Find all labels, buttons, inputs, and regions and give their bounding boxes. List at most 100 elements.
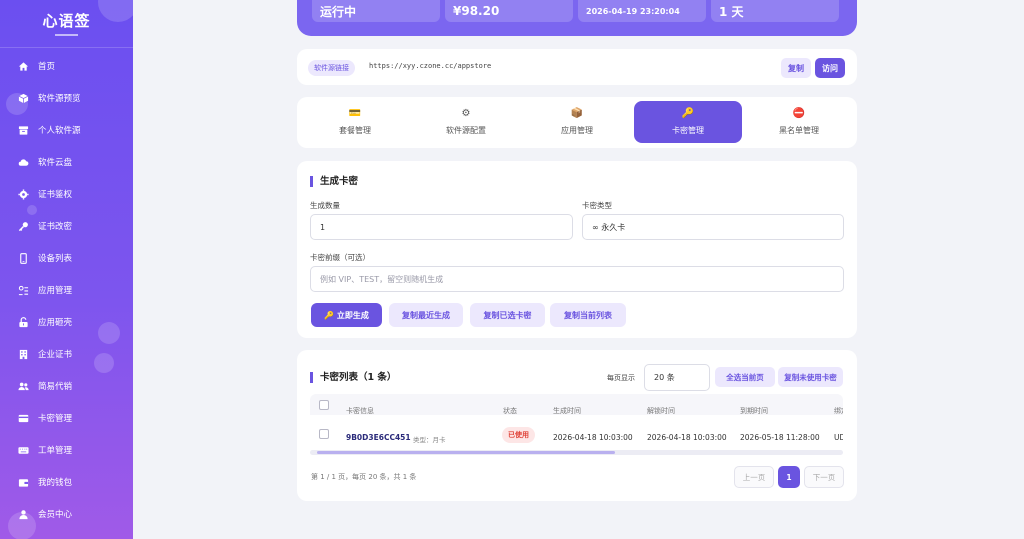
no-entry-icon: ⛔ [792, 108, 806, 119]
keyboard-icon [18, 446, 29, 454]
tab-plans[interactable]: 💳 套餐管理 [301, 101, 409, 143]
key-icon: 🔑 [681, 108, 695, 119]
col-header: 状态 [503, 407, 517, 415]
col-header: 解锁时间 [647, 407, 675, 415]
card-icon [18, 414, 29, 422]
sidebar-item-label: 设备列表 [38, 254, 73, 264]
sidebar-item-member[interactable]: 会员中心 [0, 498, 133, 530]
gear-icon [18, 188, 29, 200]
generate-card: 生成卡密 生成数量 1 卡密类型 ∞ 永久卡 卡密前缀（可选） 例如 VIP、T… [297, 161, 857, 338]
days-value: 1 天 [711, 0, 839, 22]
sidebar-item-card-manage[interactable]: 卡密管理 [0, 402, 133, 434]
sidebar-item-source-preview[interactable]: 软件源预览 [0, 82, 133, 114]
sidebar-item-label: 工单管理 [38, 446, 73, 456]
package-icon: 📦 [570, 108, 584, 119]
tab-blacklist[interactable]: ⛔ 黑名单管理 [745, 101, 853, 143]
visit-button[interactable]: 访问 [815, 58, 845, 78]
sidebar-divider [0, 47, 133, 48]
sidebar-item-app-manage[interactable]: 应用管理 [0, 274, 133, 306]
sidebar-item-label: 个人软件源 [38, 126, 81, 136]
count-label: 生成数量 [310, 201, 340, 210]
source-link-tag: 软件源链接 [308, 60, 355, 76]
type-select[interactable]: ∞ 永久卡 [582, 214, 844, 240]
source-link-card: 软件源链接 https://xyy.czone.cc/appstore 复制 访… [297, 49, 857, 85]
expires-time: 2026-05-18 11:28:00 [740, 433, 820, 442]
tab-label: 黑名单管理 [779, 126, 819, 135]
page-1-button[interactable]: 1 [778, 466, 800, 488]
gear-icon: ⚙ [461, 108, 471, 119]
generate-button[interactable]: 🔑 立即生成 [311, 303, 382, 327]
select-all-checkbox[interactable] [319, 400, 329, 410]
sidebar-item-label: 软件云盘 [38, 158, 73, 168]
count-input[interactable]: 1 [310, 214, 573, 240]
time-value: 2026-04-19 23:20:04 [578, 0, 706, 22]
copy-list-button[interactable]: 复制当前列表 [550, 303, 626, 327]
card-code[interactable]: 9B0D3E6CC451 [346, 433, 411, 442]
col-header: 到期时间 [740, 407, 768, 415]
unlock-icon [19, 316, 28, 327]
prefix-input[interactable]: 例如 VIP、TEST，留空则随机生成 [310, 266, 844, 292]
copy-unused-button[interactable]: 复制未使用卡密 [778, 367, 843, 387]
pager-info: 第 1 / 1 页，每页 20 条，共 1 条 [311, 473, 417, 481]
apps-icon [18, 285, 29, 295]
copy-recent-button[interactable]: 复制最近生成 [389, 303, 463, 327]
building-icon [19, 349, 28, 359]
tab-source-config[interactable]: ⚙ 软件源配置 [412, 101, 520, 143]
sidebar-item-home[interactable]: 首页 [0, 50, 133, 82]
sidebar-item-personal-source[interactable]: 个人软件源 [0, 114, 133, 146]
users-icon [18, 382, 29, 390]
list-title: 卡密列表（1 条） [310, 372, 396, 383]
balance-value: ¥98.20 [445, 0, 573, 22]
col-header: 绑定 [834, 407, 843, 415]
tab-app-manage[interactable]: 📦 应用管理 [523, 101, 631, 143]
sidebar-item-enterprise-cert[interactable]: 企业证书 [0, 338, 133, 370]
status-badge: 已使用 [502, 427, 535, 443]
wallet-icon [18, 478, 29, 487]
generate-title: 生成卡密 [310, 176, 358, 187]
sidebar-item-label: 卡密管理 [38, 414, 73, 424]
copy-selected-button[interactable]: 复制已选卡密 [470, 303, 545, 327]
sidebar-item-resale[interactable]: 简易代销 [0, 370, 133, 402]
type-select-value: ∞ 永久卡 [592, 222, 626, 232]
sidebar-item-cert-password[interactable]: 证书改密 [0, 210, 133, 242]
unlocked-time: 2026-04-18 10:03:00 [647, 433, 727, 442]
scrollbar-thumb[interactable] [317, 451, 615, 454]
tab-label: 套餐管理 [339, 126, 371, 135]
main-content: 运行中 ¥98.20 2026-04-19 23:20:04 1 天 软件源链接… [133, 0, 1024, 539]
logo-underline [55, 34, 78, 36]
col-header: 卡密信息 [346, 407, 374, 415]
source-url[interactable]: https://xyy.czone.cc/appstore [369, 62, 491, 70]
next-page-button[interactable]: 下一页 [804, 466, 844, 488]
cube-icon [18, 93, 29, 103]
col-header: 生成时间 [553, 407, 581, 415]
per-page-select[interactable]: 20 条 [644, 364, 710, 391]
sidebar-item-devices[interactable]: 设备列表 [0, 242, 133, 274]
sidebar-item-label: 应用砸壳 [38, 318, 73, 328]
created-time: 2026-04-18 10:03:00 [553, 433, 633, 442]
tab-label: 软件源配置 [446, 126, 486, 135]
prev-page-button[interactable]: 上一页 [734, 466, 774, 488]
bind-value: UD [834, 433, 843, 442]
tab-label: 卡密管理 [672, 126, 704, 135]
sidebar-item-app-decrypt[interactable]: 应用砸壳 [0, 306, 133, 338]
sidebar-item-label: 应用管理 [38, 286, 73, 296]
app-title: 心语签 [42, 12, 91, 30]
tab-card-manage[interactable]: 🔑 卡密管理 [634, 101, 742, 143]
prefix-label: 卡密前缀（可选） [310, 253, 370, 262]
sidebar-item-label: 证书改密 [38, 222, 73, 232]
sidebar-item-label: 证书鉴权 [38, 190, 73, 200]
type-label: 卡密类型 [582, 201, 612, 210]
per-page-label: 每页显示 [607, 374, 635, 382]
sidebar-item-tickets[interactable]: 工单管理 [0, 434, 133, 466]
user-icon [19, 509, 28, 519]
select-page-button[interactable]: 全选当前页 [715, 367, 775, 387]
sidebar-item-cloud[interactable]: 软件云盘 [0, 146, 133, 178]
sidebar-nav: 首页 软件源预览 个人软件源 软件云盘 证书鉴权 证书改密 设备列表 应用管理 [0, 50, 133, 530]
horizontal-scrollbar[interactable] [310, 450, 843, 455]
sidebar: 心语签 首页 软件源预览 个人软件源 软件云盘 证书鉴权 证书改密 设备列表 应… [0, 0, 133, 539]
sidebar-item-wallet[interactable]: 我的钱包 [0, 466, 133, 498]
copy-url-button[interactable]: 复制 [781, 58, 811, 78]
sidebar-item-cert-auth[interactable]: 证书鉴权 [0, 178, 133, 210]
row-checkbox[interactable] [319, 429, 329, 439]
stats-banner: 运行中 ¥98.20 2026-04-19 23:20:04 1 天 [297, 0, 857, 36]
